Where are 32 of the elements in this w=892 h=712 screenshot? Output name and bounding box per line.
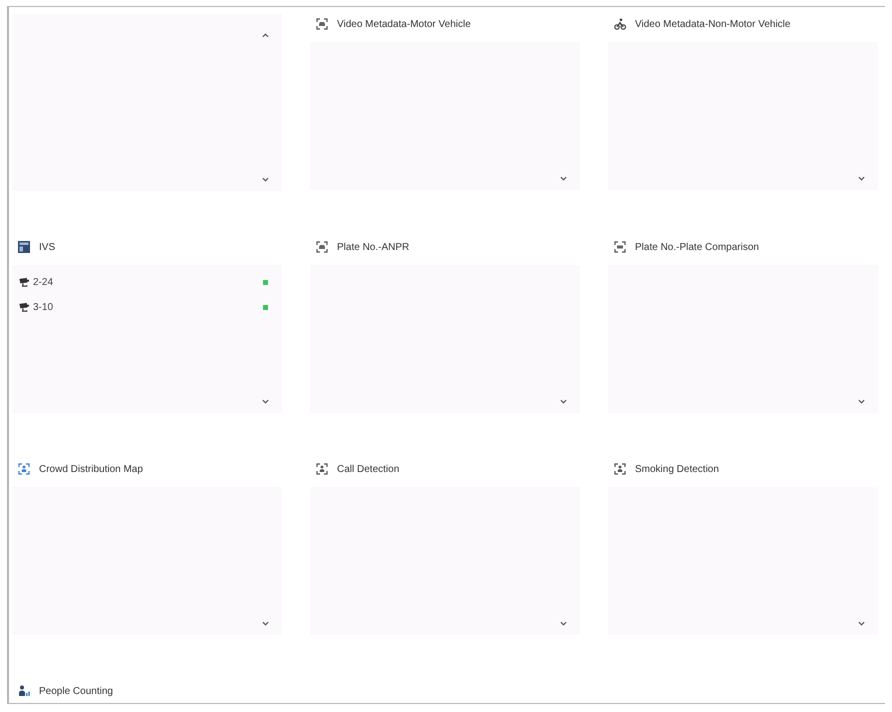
device-label[interactable]: 2-24 <box>33 275 54 290</box>
camera-icon <box>18 302 30 313</box>
panel-title: Plate No.-Plate Comparison <box>635 240 759 254</box>
dashboard-icon <box>18 241 30 253</box>
bicycle-icon <box>614 18 626 30</box>
panel-title: Smoking Detection <box>635 462 719 476</box>
person-chart-icon <box>18 685 30 697</box>
panel-title: People Counting <box>39 684 113 698</box>
chevron-down-icon[interactable] <box>858 399 865 404</box>
person-frame-icon <box>614 463 626 475</box>
panel-title: Call Detection <box>337 462 400 476</box>
panel-title: Plate No.-ANPR <box>337 240 410 254</box>
panel-title: Video Metadata-Motor Vehicle <box>337 18 471 32</box>
chevron-down-icon[interactable] <box>262 177 269 182</box>
chevron-down-icon[interactable] <box>262 399 269 404</box>
chevron-down-icon[interactable] <box>560 176 567 181</box>
car-frame-icon <box>316 18 328 30</box>
panel-title: Video Metadata-Non-Motor Vehicle <box>635 18 790 32</box>
chevron-down-icon[interactable] <box>858 621 865 626</box>
camera-icon <box>18 277 30 288</box>
chevron-up-icon[interactable] <box>262 33 269 38</box>
chevron-down-icon[interactable] <box>262 621 269 626</box>
person-frame-icon <box>18 463 30 475</box>
plate-frame-icon <box>614 241 626 253</box>
person-frame-icon <box>316 463 328 475</box>
panel-title: IVS <box>39 240 56 254</box>
car-frame-icon <box>316 241 328 253</box>
device-label[interactable]: 3-10 <box>33 300 54 315</box>
chevron-down-icon[interactable] <box>858 176 865 181</box>
chevron-down-icon[interactable] <box>560 621 567 626</box>
panel-title: Crowd Distribution Map <box>39 462 143 476</box>
chevron-down-icon[interactable] <box>560 399 567 404</box>
